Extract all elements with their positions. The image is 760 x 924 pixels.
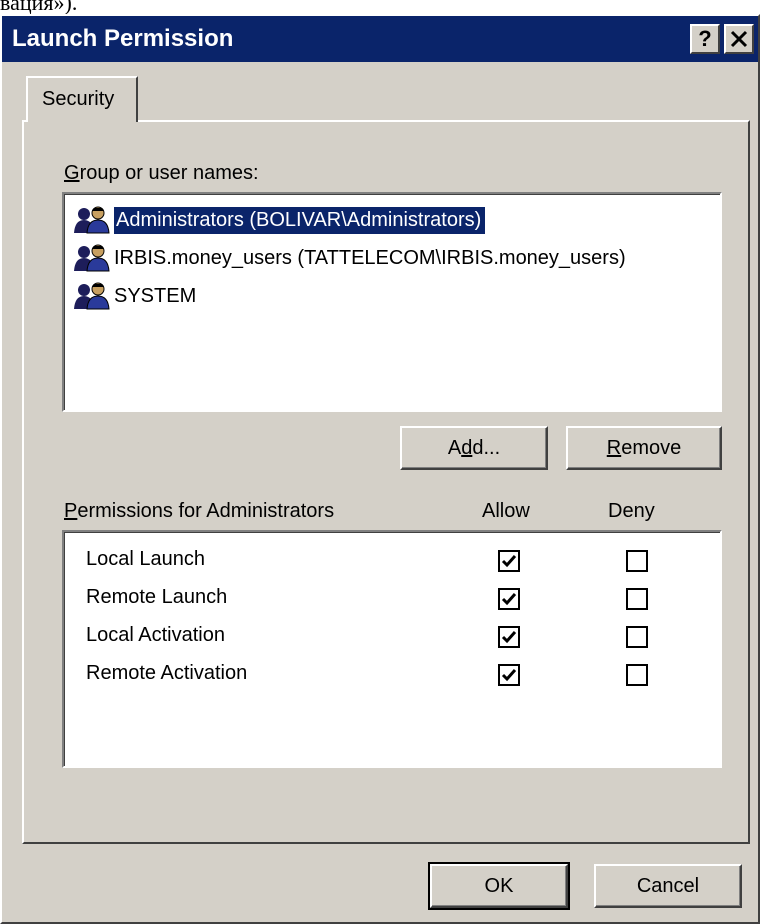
deny-column-header: Deny xyxy=(608,500,655,522)
permission-row: Remote Activation xyxy=(86,656,726,692)
ok-button[interactable]: OK xyxy=(428,862,570,910)
permission-row: Remote Launch xyxy=(86,580,726,616)
permission-row: Local Activation xyxy=(86,618,726,654)
user-name: Administrators (BOLIVAR\Administrators) xyxy=(114,206,486,234)
permissions-label: Permissions for Administrators xyxy=(64,500,335,522)
user-list[interactable]: Administrators (BOLIVAR\Administrators) I… xyxy=(62,192,722,412)
help-button[interactable]: ? xyxy=(690,24,720,54)
title-bar[interactable]: Launch Permission ? xyxy=(2,16,758,62)
permission-name: Local Launch xyxy=(86,548,205,570)
deny-checkbox[interactable] xyxy=(626,664,648,686)
permission-name: Local Activation xyxy=(86,624,225,646)
permission-name: Remote Activation xyxy=(86,662,248,684)
user-list-item[interactable]: IRBIS.money_users (TATTELECOM\IRBIS.mone… xyxy=(72,240,626,276)
users-group-icon xyxy=(72,243,112,273)
remove-button[interactable]: Remove xyxy=(566,426,722,470)
user-list-item[interactable]: SYSTEM xyxy=(72,278,196,314)
background-text: вация»). xyxy=(0,0,78,15)
security-tab-panel: Group or user names: Administrators (BOL… xyxy=(22,120,750,844)
window-title: Launch Permission xyxy=(12,25,234,52)
deny-checkbox[interactable] xyxy=(626,588,648,610)
close-icon xyxy=(729,29,749,54)
permissions-list[interactable]: Local Launch Remote Launch Local Activatio… xyxy=(62,530,722,768)
deny-checkbox[interactable] xyxy=(626,550,648,572)
permission-name: Remote Launch xyxy=(86,586,228,608)
allow-checkbox[interactable] xyxy=(498,588,520,610)
close-button[interactable] xyxy=(724,24,754,54)
allow-checkbox[interactable] xyxy=(498,664,520,686)
add-button[interactable]: Add... xyxy=(400,426,548,470)
user-list-item[interactable]: Administrators (BOLIVAR\Administrators) xyxy=(72,202,486,238)
allow-checkbox[interactable] xyxy=(498,626,520,648)
launch-permission-dialog: Launch Permission ? Security Group or us… xyxy=(0,14,760,924)
permission-row: Local Launch xyxy=(86,542,726,578)
allow-checkbox[interactable] xyxy=(498,550,520,572)
users-group-icon xyxy=(72,205,112,235)
deny-checkbox[interactable] xyxy=(626,626,648,648)
user-name: SYSTEM xyxy=(114,284,197,307)
group-user-names-label: Group or user names: xyxy=(64,162,259,184)
tab-security[interactable]: Security xyxy=(26,76,138,122)
users-group-icon xyxy=(72,281,112,311)
allow-column-header: Allow xyxy=(482,500,530,522)
user-name: IRBIS.money_users (TATTELECOM\IRBIS.mone… xyxy=(114,246,626,269)
cancel-button[interactable]: Cancel xyxy=(594,864,742,908)
